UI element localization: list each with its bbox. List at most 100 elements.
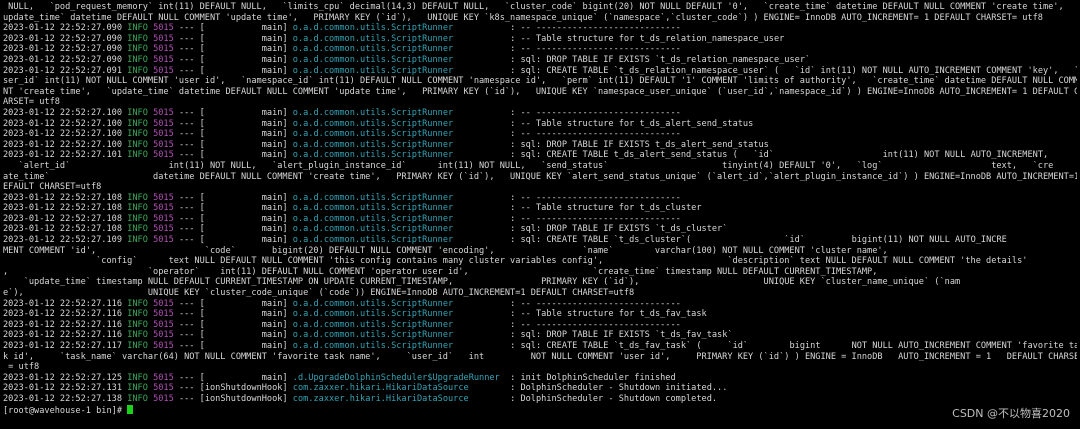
- log-message: : -- ----------------------------: [504, 23, 681, 34]
- log-logger: o.a.d.common.utils.ScriptRunner: [292, 235, 505, 246]
- log-logger: o.a.d.common.utils.ScriptRunner: [292, 23, 505, 34]
- wrapped-line: MENT COMMENT 'id', `code` bigint(20) DEF…: [3, 245, 888, 256]
- log-pid: 5015: [153, 383, 174, 394]
- log-message: : -- ----------------------------: [504, 44, 681, 55]
- log-pid: 5015: [153, 213, 174, 224]
- wrapped-line: ser_id` int(11) NOT NULL COMMENT 'user i…: [3, 76, 1077, 87]
- log-logger: o.a.d.common.utils.ScriptRunner: [292, 44, 505, 55]
- log-logger: o.a.d.common.utils.ScriptRunner: [292, 118, 505, 129]
- log-line: 2023-01-12 22:52:27.091 INFO 5015 --- [ …: [3, 66, 1077, 77]
- log-level: INFO: [127, 298, 148, 309]
- log-logger: o.a.d.common.utils.ScriptRunner: [292, 341, 505, 351]
- wrapped-line: update_time` datetime DEFAULT NULL COMME…: [3, 12, 1043, 23]
- log-line: 2023-01-12 22:52:27.090 INFO 5015 --- [ …: [3, 34, 1077, 45]
- log-thread: --- [ionShutdownHook]: [173, 393, 293, 404]
- log-level: INFO: [127, 224, 148, 235]
- log-line: 2023-01-12 22:52:27.100 INFO 5015 --- [ …: [3, 140, 1077, 151]
- log-level: INFO: [127, 192, 148, 203]
- log-pid: 5015: [153, 330, 174, 341]
- log-logger: o.a.d.common.utils.ScriptRunner: [292, 129, 505, 140]
- log-logger: o.a.d.common.utils.ScriptRunner: [292, 330, 505, 341]
- log-line: 2023-01-12 22:52:27.108 INFO 5015 --- [ …: [3, 214, 1077, 225]
- log-line: 2023-01-12 22:52:27.116 INFO 5015 --- [ …: [3, 320, 1077, 331]
- watermark: CSDN @不以物喜2020: [952, 407, 1070, 420]
- log-logger: o.a.d.common.utils.ScriptRunner: [292, 150, 505, 161]
- log-logger: o.a.d.common.utils.ScriptRunner: [292, 224, 505, 235]
- wrapped-line: = utf8: [3, 362, 40, 373]
- log-message: : DolphinScheduler - Shutdown completed.: [504, 393, 718, 404]
- log-level: INFO: [127, 65, 148, 76]
- log-message: : sql: DROP TABLE IF EXISTS t_ds_alert_s…: [504, 139, 769, 150]
- log-thread: --- [ main]: [173, 372, 293, 383]
- log-timestamp: 2023-01-12 22:52:27.109: [3, 235, 122, 246]
- log-line: 2023-01-12 22:52:27.108 INFO 5015 --- [ …: [3, 224, 1077, 235]
- log-thread: --- [ main]: [173, 107, 293, 118]
- log-pid: 5015: [153, 319, 174, 330]
- log-thread: --- [ main]: [173, 235, 293, 246]
- log-timestamp: 2023-01-12 22:52:27.116: [3, 298, 122, 309]
- log-thread: --- [ main]: [173, 65, 293, 76]
- log-pid: 5015: [153, 129, 174, 140]
- log-level: INFO: [127, 54, 148, 65]
- wrapped-line: NULL, `pod_request_memory` int(11) DEFAU…: [3, 2, 1077, 12]
- log-logger: o.a.d.common.utils.ScriptRunner: [292, 65, 505, 76]
- log-pid: 5015: [153, 341, 174, 351]
- log-logger: o.a.d.common.utils.ScriptRunner: [292, 319, 505, 330]
- log-line: 2023-01-12 22:52:27.100 INFO 5015 --- [ …: [3, 108, 1077, 119]
- log-timestamp: 2023-01-12 22:52:27.117: [3, 341, 122, 351]
- log-pid: 5015: [153, 235, 174, 246]
- log-level: INFO: [127, 44, 148, 55]
- log-message: : -- ----------------------------: [504, 319, 681, 330]
- log-logger: com.zaxxer.hikari.HikariDataSource: [292, 393, 505, 404]
- log-message: : DolphinScheduler - Shutdown initiated.…: [504, 383, 728, 394]
- log-timestamp: 2023-01-12 22:52:27.108: [3, 192, 122, 203]
- log-thread: --- [ main]: [173, 139, 293, 150]
- log-pid: 5015: [153, 23, 174, 34]
- log-message: : -- Table structure for t_ds_fav_task: [504, 309, 707, 320]
- log-timestamp: 2023-01-12 22:52:27.138: [3, 393, 122, 404]
- log-line: 2023-01-12 22:52:27.117 INFO 5015 --- [ …: [3, 341, 1077, 352]
- log-pid: 5015: [153, 224, 174, 235]
- log-level: INFO: [127, 118, 148, 129]
- wrapped-line: k id', `task_name` varchar(64) NOT NULL …: [3, 351, 1077, 362]
- log-message: : sql: CREATE TABLE t_ds_alert_send_stat…: [504, 150, 1049, 161]
- log-line: 2023-01-12 22:52:27.131 INFO 5015 --- [i…: [3, 383, 1077, 394]
- log-message: : -- ----------------------------: [504, 107, 681, 118]
- log-thread: --- [ main]: [173, 129, 293, 140]
- log-level: INFO: [127, 309, 148, 320]
- log-thread: --- [ main]: [173, 44, 293, 55]
- log-level: INFO: [127, 33, 148, 44]
- log-timestamp: 2023-01-12 22:52:27.108: [3, 213, 122, 224]
- log-logger: o.a.d.common.utils.ScriptRunner: [292, 309, 505, 320]
- log-level: INFO: [127, 150, 148, 161]
- wrapped-line: NT 'create time', `update_time` datetime…: [3, 86, 1077, 97]
- log-message: : -- ----------------------------: [504, 129, 681, 140]
- log-pid: 5015: [153, 118, 174, 129]
- log-thread: --- [ main]: [173, 319, 293, 330]
- wrapped-line: , `operator` int(11) DEFAULT NULL COMMEN…: [3, 266, 878, 277]
- log-pid: 5015: [153, 44, 174, 55]
- terminal-output[interactable]: NULL, `pod_request_memory` int(11) DEFAU…: [3, 2, 1077, 429]
- log-line: 2023-01-12 22:52:27.109 INFO 5015 --- [ …: [3, 235, 1077, 246]
- log-thread: --- [ main]: [173, 150, 293, 161]
- log-pid: 5015: [153, 54, 174, 65]
- log-line: 2023-01-12 22:52:27.116 INFO 5015 --- [ …: [3, 309, 1077, 320]
- log-line: 2023-01-12 22:52:27.090 INFO 5015 --- [ …: [3, 44, 1077, 55]
- log-line: 2023-01-12 22:52:27.090 INFO 5015 --- [ …: [3, 23, 1077, 34]
- log-timestamp: 2023-01-12 22:52:27.116: [3, 309, 122, 320]
- log-level: INFO: [127, 235, 148, 246]
- log-level: INFO: [127, 330, 148, 341]
- log-message: : -- ----------------------------: [504, 298, 681, 309]
- terminal-cursor[interactable]: [127, 404, 134, 414]
- log-pid: 5015: [153, 139, 174, 150]
- log-timestamp: 2023-01-12 22:52:27.108: [3, 203, 122, 214]
- log-level: INFO: [127, 139, 148, 150]
- log-line: 2023-01-12 22:52:27.116 INFO 5015 --- [ …: [3, 299, 1077, 310]
- log-level: INFO: [127, 213, 148, 224]
- log-timestamp: 2023-01-12 22:52:27.091: [3, 65, 122, 76]
- log-logger: com.zaxxer.hikari.HikariDataSource: [292, 383, 505, 394]
- log-pid: 5015: [153, 309, 174, 320]
- log-logger: o.a.d.common.utils.ScriptRunner: [292, 213, 505, 224]
- log-timestamp: 2023-01-12 22:52:27.100: [3, 129, 122, 140]
- shell-prompt: [root@wavehouse-1 bin]#: [3, 404, 1077, 415]
